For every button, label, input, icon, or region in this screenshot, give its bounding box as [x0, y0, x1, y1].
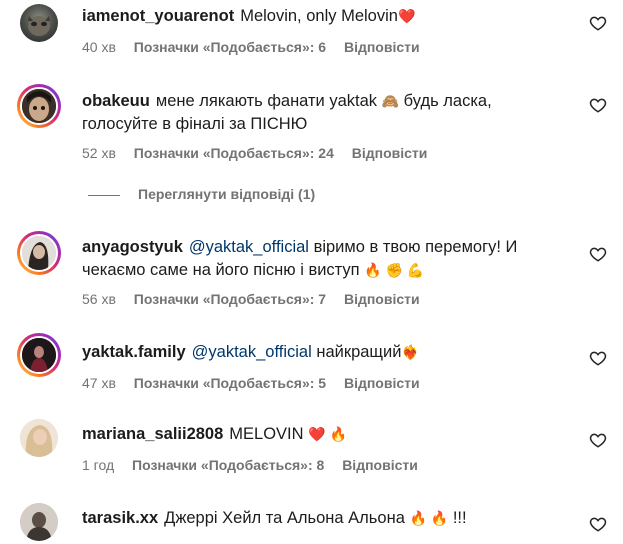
timestamp: 56 хв	[82, 291, 116, 307]
heart-fire-emojis: ❤️ 🔥	[308, 426, 347, 442]
comment-text: tarasik.xx Джеррі Хейл та Альона Альона 🔥…	[82, 509, 467, 527]
username[interactable]: tarasik.xx	[82, 509, 158, 527]
username[interactable]: anyagostyuk	[82, 238, 183, 256]
comment-meta: 40 хв Позначки «Подобається»: 6 Відповіс…	[82, 39, 434, 55]
avatar[interactable]	[17, 1, 61, 45]
timestamp: 40 хв	[82, 39, 116, 55]
likes-count[interactable]: Позначки «Подобається»: 7	[134, 291, 326, 307]
timestamp: 52 хв	[82, 145, 116, 161]
comment-meta: 47 хв Позначки «Подобається»: 5 Відповіс…	[82, 375, 434, 391]
comment-text: anyagostyuk @yaktak_official віримо в тво…	[82, 238, 518, 279]
username[interactable]: yaktak.family	[82, 343, 186, 361]
comment-meta: 56 хв Позначки «Подобається»: 7 Відповіс…	[82, 291, 434, 307]
reply-button[interactable]: Відповісти	[344, 39, 420, 55]
heart-outline-icon[interactable]	[589, 349, 607, 367]
avatar[interactable]	[17, 84, 61, 128]
comment-text: mariana_salii2808 MELOVIN ❤️ 🔥	[82, 425, 347, 443]
mention-link[interactable]: @yaktak_official	[189, 238, 309, 256]
heart-outline-icon[interactable]	[589, 515, 607, 533]
comment-text: iamenot_youarenot Melovin, only Melovin❤️	[82, 7, 416, 25]
comment-text: obakeuu мене лякають фанати yaktak 🙈 будь…	[82, 92, 492, 133]
username[interactable]: obakeuu	[82, 92, 150, 110]
avatar[interactable]	[17, 416, 61, 460]
timestamp: 47 хв	[82, 375, 116, 391]
reply-button[interactable]: Відповісти	[344, 375, 420, 391]
mention-link[interactable]: @yaktak_official	[192, 343, 312, 361]
comment-text: yaktak.family @yaktak_official найкращий❤…	[82, 343, 419, 361]
view-replies-button[interactable]: Переглянути відповіді (1)	[88, 186, 315, 202]
avatar[interactable]	[17, 333, 61, 377]
avatar[interactable]	[17, 500, 61, 544]
avatar[interactable]	[17, 231, 61, 275]
heart-on-fire-emoji: ❤️‍🔥	[401, 344, 419, 360]
reply-button[interactable]: Відповісти	[344, 291, 420, 307]
fire-fist-muscle-emojis: 🔥 ✊ 💪	[364, 262, 425, 278]
comment-meta: 52 хв Позначки «Подобається»: 24 Відпові…	[82, 145, 441, 161]
heart-outline-icon[interactable]	[589, 431, 607, 449]
heart-outline-icon[interactable]	[589, 96, 607, 114]
username[interactable]: mariana_salii2808	[82, 425, 223, 443]
fire-emojis: 🔥 🔥	[409, 510, 449, 526]
reply-button[interactable]: Відповісти	[352, 145, 428, 161]
likes-count[interactable]: Позначки «Подобається»: 6	[134, 39, 326, 55]
see-no-evil-monkey-emoji: 🙈	[381, 93, 400, 109]
heart-emoji: ❤️	[397, 8, 416, 24]
likes-count[interactable]: Позначки «Подобається»: 8	[132, 457, 324, 473]
reply-button[interactable]: Відповісти	[342, 457, 418, 473]
replies-divider	[88, 194, 120, 196]
comment-meta: 1 год Позначки «Подобається»: 8 Відповіс…	[82, 457, 432, 473]
heart-outline-icon[interactable]	[589, 14, 607, 32]
timestamp: 1 год	[82, 457, 115, 473]
heart-outline-icon[interactable]	[589, 245, 607, 263]
likes-count[interactable]: Позначки «Подобається»: 5	[134, 375, 326, 391]
likes-count[interactable]: Позначки «Подобається»: 24	[134, 145, 334, 161]
username[interactable]: iamenot_youarenot	[82, 7, 234, 25]
